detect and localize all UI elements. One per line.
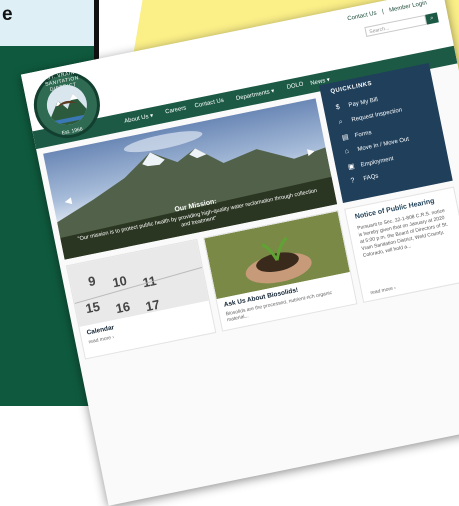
slider-prev-icon[interactable]: ◀ xyxy=(62,195,74,207)
backdrop-caption-box: e xyxy=(0,0,94,46)
slider-next-icon[interactable]: ▶ xyxy=(305,145,317,157)
top-links-separator: | xyxy=(381,9,385,16)
document-icon: ▤ xyxy=(341,133,350,142)
quicklink-label: FAQs xyxy=(363,173,379,183)
quicklinks-panel: QUICKLINKS $ Pay My Bill ⌕ Request Inspect… xyxy=(319,63,453,203)
nav-dolo[interactable]: DOLO xyxy=(286,82,304,91)
search-icon: ⌕ xyxy=(338,118,344,127)
calendar-read-more[interactable]: read more › xyxy=(88,334,115,345)
quicklink-employment[interactable]: ▣ Employment xyxy=(347,154,394,171)
home-icon: ⌂ xyxy=(344,147,350,156)
quicklinks-title: QUICKLINKS xyxy=(330,80,373,96)
nav-contact-us[interactable]: Contact Us xyxy=(194,98,224,110)
quicklink-label: Employment xyxy=(360,156,395,169)
biosolids-card[interactable]: Ask Us About Biosolids! Biosolids are th… xyxy=(203,210,358,332)
contact-us-link[interactable]: Contact Us xyxy=(347,11,377,23)
svg-text:15: 15 xyxy=(84,299,101,317)
nav-departments[interactable]: Departments ▾ xyxy=(235,87,275,102)
calendar-card[interactable]: 9 10 11 15 16 17 Calendar read more › xyxy=(65,238,217,360)
quicklink-request-inspection[interactable]: ⌕ Request Inspection xyxy=(338,106,403,127)
member-login-link[interactable]: Member Login xyxy=(389,0,428,14)
quicklink-pay-my-bill[interactable]: $ Pay My Bill xyxy=(335,96,378,111)
notice-read-more[interactable]: read more › xyxy=(370,285,397,296)
svg-text:10: 10 xyxy=(111,273,128,291)
search-icon: ⌕ xyxy=(429,15,435,22)
quicklink-faqs[interactable]: ? FAQs xyxy=(350,172,379,184)
notice-card[interactable]: Notice of Public Hearing Pursuant to Sec… xyxy=(344,186,459,303)
quicklink-forms[interactable]: ▤ Forms xyxy=(341,128,372,142)
question-icon: ? xyxy=(350,177,356,185)
quicklink-label: Request Inspection xyxy=(351,107,403,124)
svg-text:17: 17 xyxy=(144,297,161,315)
quicklink-label: Pay My Bill xyxy=(348,97,379,109)
search-input[interactable]: Search... xyxy=(364,14,428,37)
quicklink-label: Forms xyxy=(354,129,373,140)
svg-text:16: 16 xyxy=(114,299,131,317)
briefcase-icon: ▣ xyxy=(347,162,356,172)
website-screenshot: Contact Us | Member Login Search... ⌕ Ab… xyxy=(20,0,459,506)
nav-about-us[interactable]: About Us ▾ xyxy=(124,112,154,125)
dollar-icon: $ xyxy=(335,103,341,112)
nav-careers[interactable]: Careers xyxy=(165,105,187,115)
backdrop-caption: e xyxy=(2,4,13,25)
quicklink-label: Move In / Move Out xyxy=(357,136,410,153)
search-button[interactable]: ⌕ xyxy=(425,12,439,25)
